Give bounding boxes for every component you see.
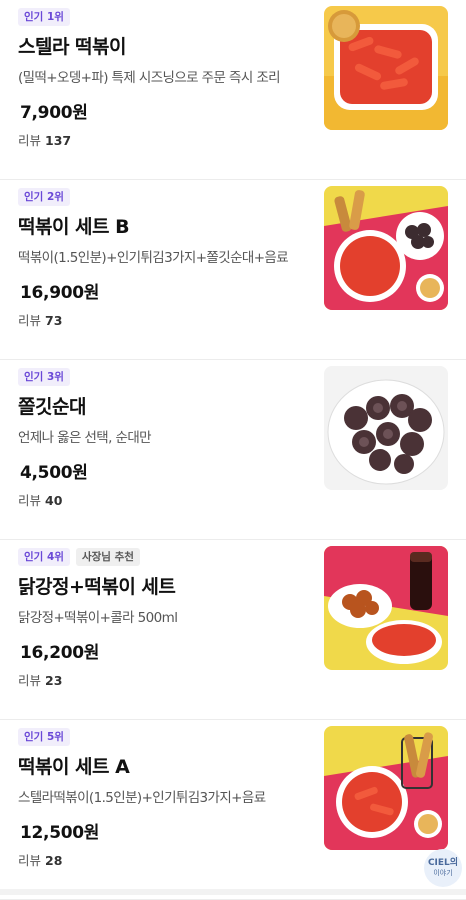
menu-photo[interactable] — [324, 546, 448, 670]
menu-description: 언제나 옳은 선택, 순대만 — [18, 430, 152, 446]
menu-price: 12,500원 — [20, 823, 100, 843]
review-count: 리뷰 73 — [18, 310, 62, 329]
menu-name: 닭강정+떡볶이 세트 — [18, 576, 176, 598]
review-count: 리뷰 40 — [18, 490, 62, 509]
menu-price: 16,900원 — [20, 283, 100, 303]
menu-name: 스텔라 떡볶이 — [18, 36, 127, 58]
badge-group: 인기 3위 — [18, 368, 70, 386]
watermark-line2: 이야기 — [433, 869, 453, 877]
menu-photo[interactable] — [324, 6, 448, 130]
review-number: 23 — [45, 673, 63, 688]
menu-list: 인기 1위 스텔라 떡볶이 (밀떡+오뎅+파) 특제 시즈닝으로 주문 즉시 조… — [0, 0, 466, 900]
menu-price: 16,200원 — [20, 643, 100, 663]
watermark-logo: CIEL의 이야기 — [424, 849, 462, 887]
menu-item[interactable]: 인기 2위 떡볶이 세트 B 떡볶이(1.5인분)+인기튀김3가지+쫄깃순대+음… — [0, 180, 466, 360]
review-label: 리뷰 — [18, 853, 42, 868]
badge-group: 인기 2위 — [18, 188, 70, 206]
menu-price: 4,500원 — [20, 463, 88, 483]
menu-photo[interactable] — [324, 186, 448, 310]
menu-photo[interactable] — [324, 366, 448, 490]
rank-badge: 인기 5위 — [18, 728, 70, 746]
menu-description: 스텔라떡볶이(1.5인분)+인기튀김3가지+음료 — [18, 790, 266, 806]
badge-group: 인기 1위 — [18, 8, 70, 26]
badge-group: 인기 5위 — [18, 728, 70, 746]
review-label: 리뷰 — [18, 493, 42, 508]
review-count: 리뷰 28 — [18, 850, 62, 869]
menu-item[interactable]: 인기 1위 스텔라 떡볶이 (밀떡+오뎅+파) 특제 시즈닝으로 주문 즉시 조… — [0, 0, 466, 180]
menu-name: 떡볶이 세트 A — [18, 756, 130, 778]
owner-recommend-badge: 사장님 추천 — [75, 548, 140, 566]
review-label: 리뷰 — [18, 673, 42, 688]
menu-name: 쫄깃순대 — [18, 396, 86, 418]
bottom-divider — [0, 889, 466, 895]
watermark-line1: CIEL의 — [427, 858, 459, 868]
menu-description: 닭강정+떡볶이+콜라 500ml — [18, 610, 178, 626]
review-number: 73 — [45, 313, 63, 328]
menu-price: 7,900원 — [20, 103, 88, 123]
rank-badge: 인기 3위 — [18, 368, 70, 386]
rank-badge: 인기 4위 — [18, 548, 70, 566]
review-number: 40 — [45, 493, 63, 508]
menu-name: 떡볶이 세트 B — [18, 216, 130, 238]
menu-item[interactable]: 인기 5위 떡볶이 세트 A 스텔라떡볶이(1.5인분)+인기튀김3가지+음료 … — [0, 720, 466, 900]
menu-item[interactable]: 인기 3위 쫄깃순대 언제나 옳은 선택, 순대만 4,500원 리뷰 40 — [0, 360, 466, 540]
badge-group: 인기 4위 사장님 추천 — [18, 548, 140, 566]
menu-description: 떡볶이(1.5인분)+인기튀김3가지+쫄깃순대+음료 — [18, 250, 289, 266]
review-count: 리뷰 23 — [18, 670, 62, 689]
review-count: 리뷰 137 — [18, 130, 71, 149]
review-number: 28 — [45, 853, 63, 868]
rank-badge: 인기 1위 — [18, 8, 70, 26]
review-label: 리뷰 — [18, 313, 42, 328]
rank-badge: 인기 2위 — [18, 188, 70, 206]
review-number: 137 — [45, 133, 72, 148]
review-label: 리뷰 — [18, 133, 42, 148]
menu-item[interactable]: 인기 4위 사장님 추천 닭강정+떡볶이 세트 닭강정+떡볶이+콜라 500ml… — [0, 540, 466, 720]
menu-description: (밀떡+오뎅+파) 특제 시즈닝으로 주문 즉시 조리 — [18, 70, 281, 86]
menu-photo[interactable] — [324, 726, 448, 850]
